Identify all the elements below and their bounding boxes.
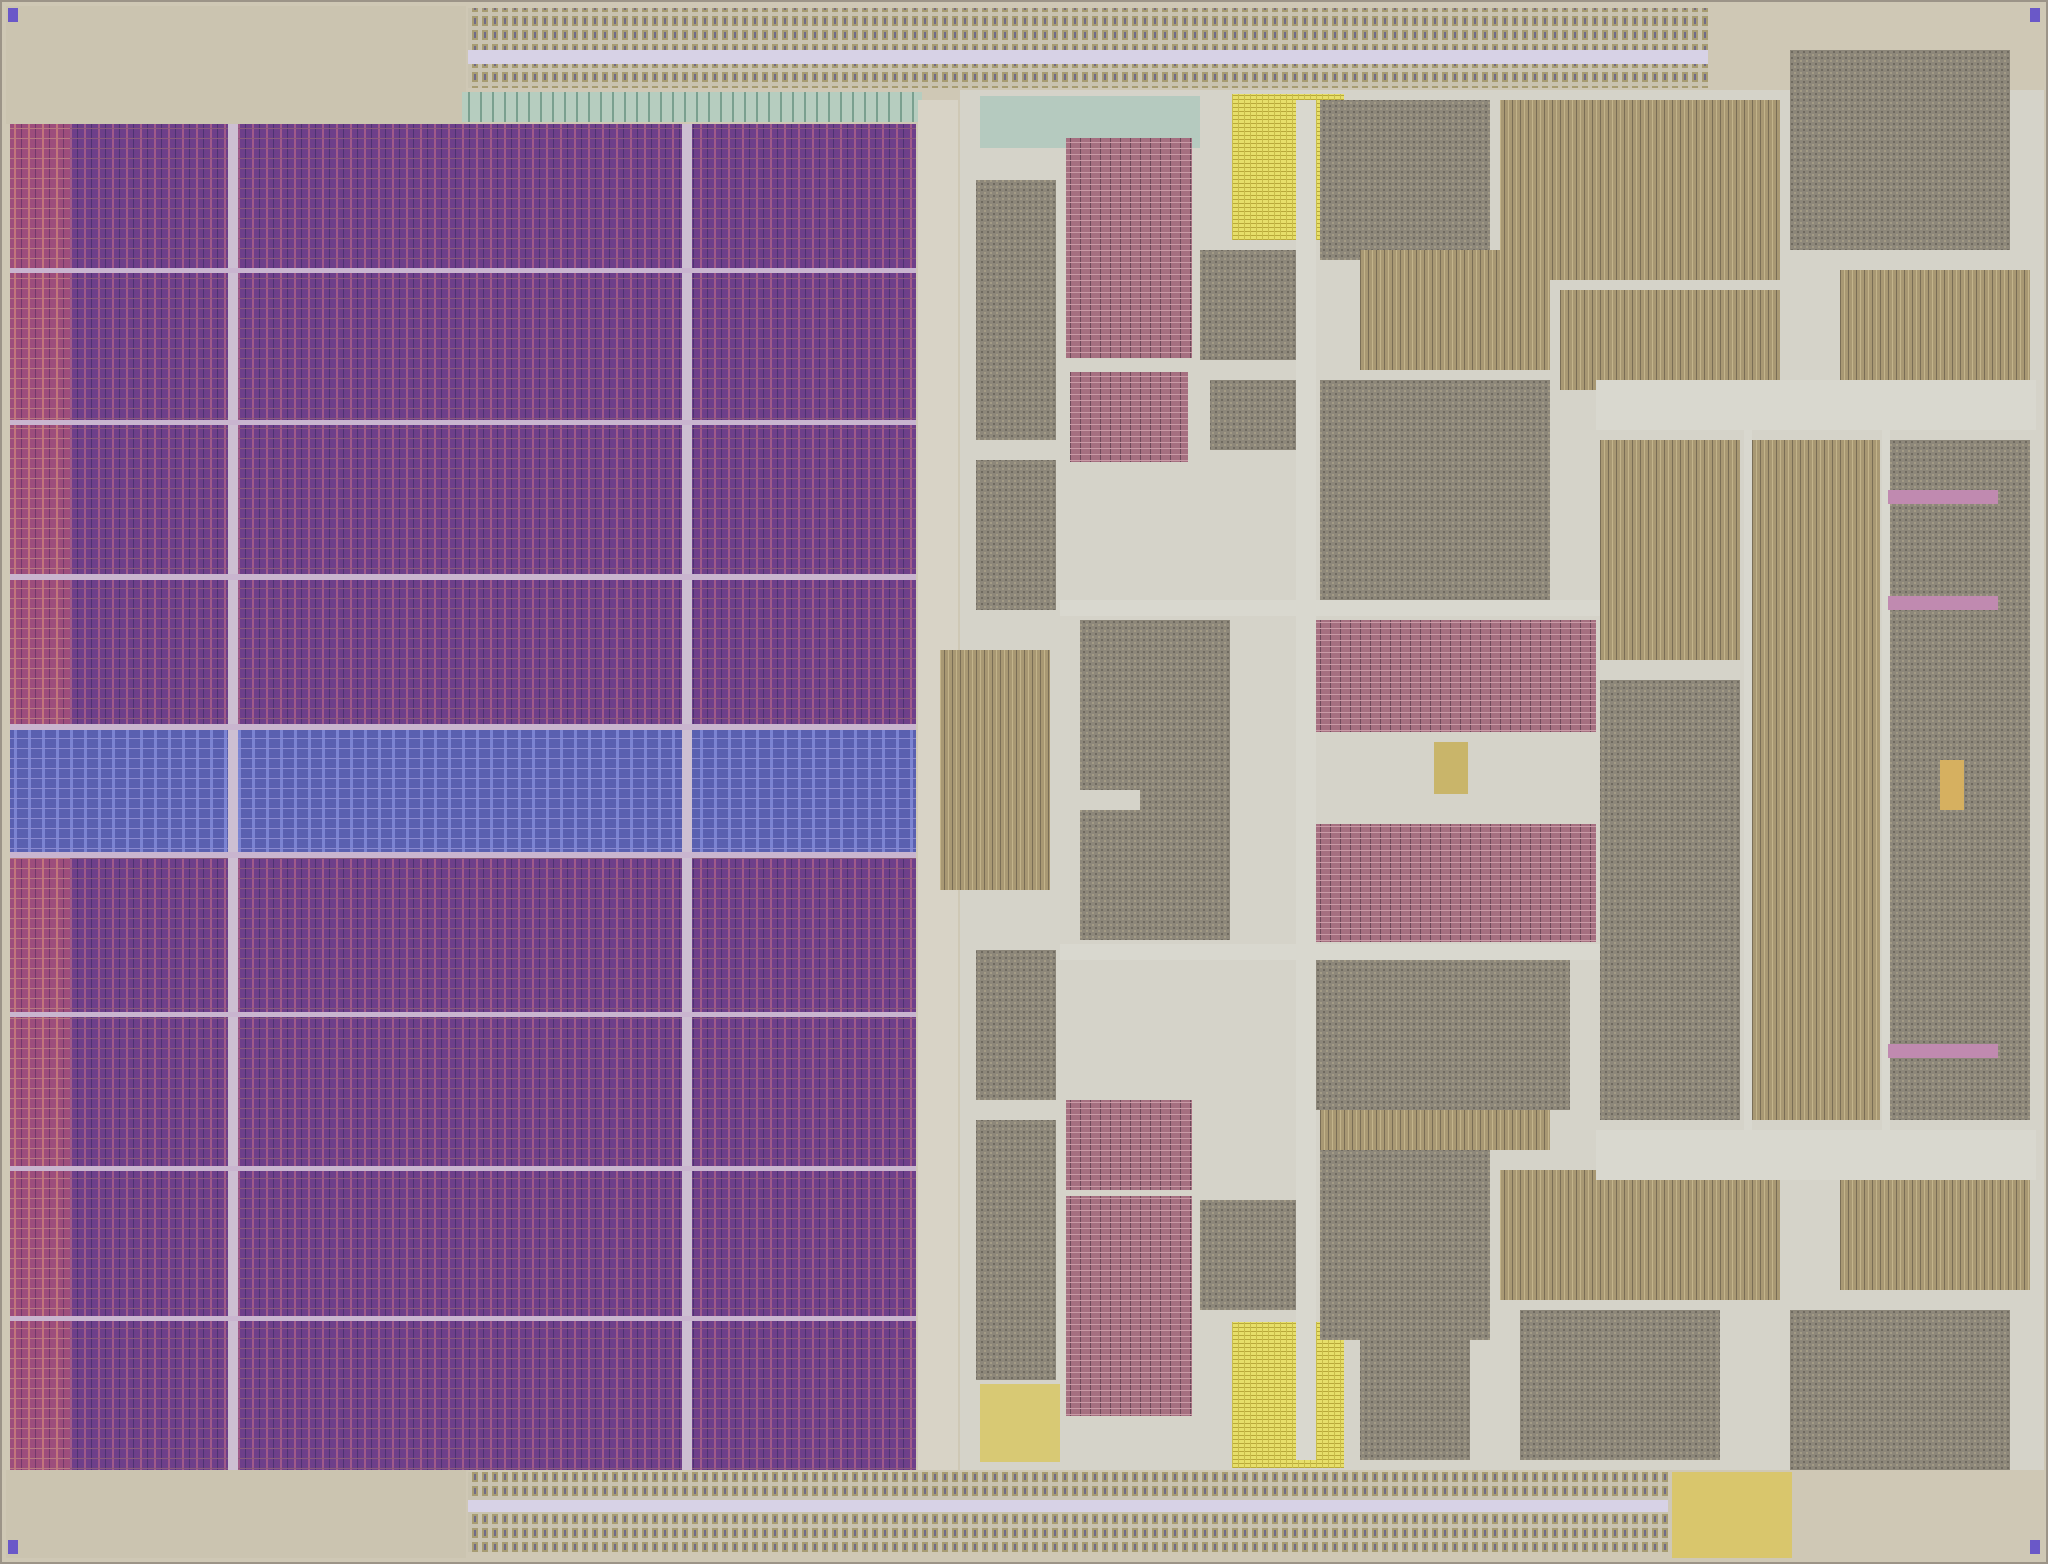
pink-accent-right-3 xyxy=(1888,1044,1998,1058)
top-io-bus xyxy=(468,50,1708,64)
l2-cache-array xyxy=(10,124,916,1470)
array-block-1 xyxy=(1066,138,1192,358)
pink-accent-right-1 xyxy=(1888,490,1998,504)
corner-mark-bottom-left xyxy=(8,1540,18,1554)
gold-block-right xyxy=(1940,760,1964,810)
bottom-right-pad-block xyxy=(1672,1472,1792,1558)
array-block-center-bottom xyxy=(1300,824,1596,942)
top-pad-row xyxy=(462,92,922,122)
bottom-left-border xyxy=(6,1470,466,1558)
corner-mark-top-left xyxy=(8,8,18,22)
top-io-strip xyxy=(468,8,1708,88)
gold-block-bottom-left xyxy=(980,1384,1060,1462)
corner-mark-bottom-right xyxy=(2030,1540,2040,1554)
pink-accent-right-2 xyxy=(1888,596,1998,610)
gold-block-center xyxy=(1434,742,1468,794)
bottom-io-bus xyxy=(468,1500,1668,1512)
die-shot-image xyxy=(0,0,2048,1564)
cache-middle-band xyxy=(10,730,916,852)
array-block-4 xyxy=(1066,1196,1192,1416)
top-left-border xyxy=(6,6,466,124)
yellow-block-bottom xyxy=(1232,1322,1344,1468)
array-block-2 xyxy=(1070,372,1188,462)
array-block-center-top xyxy=(1300,620,1596,732)
corner-mark-top-right xyxy=(2030,8,2040,22)
array-block-3 xyxy=(1066,1100,1192,1190)
